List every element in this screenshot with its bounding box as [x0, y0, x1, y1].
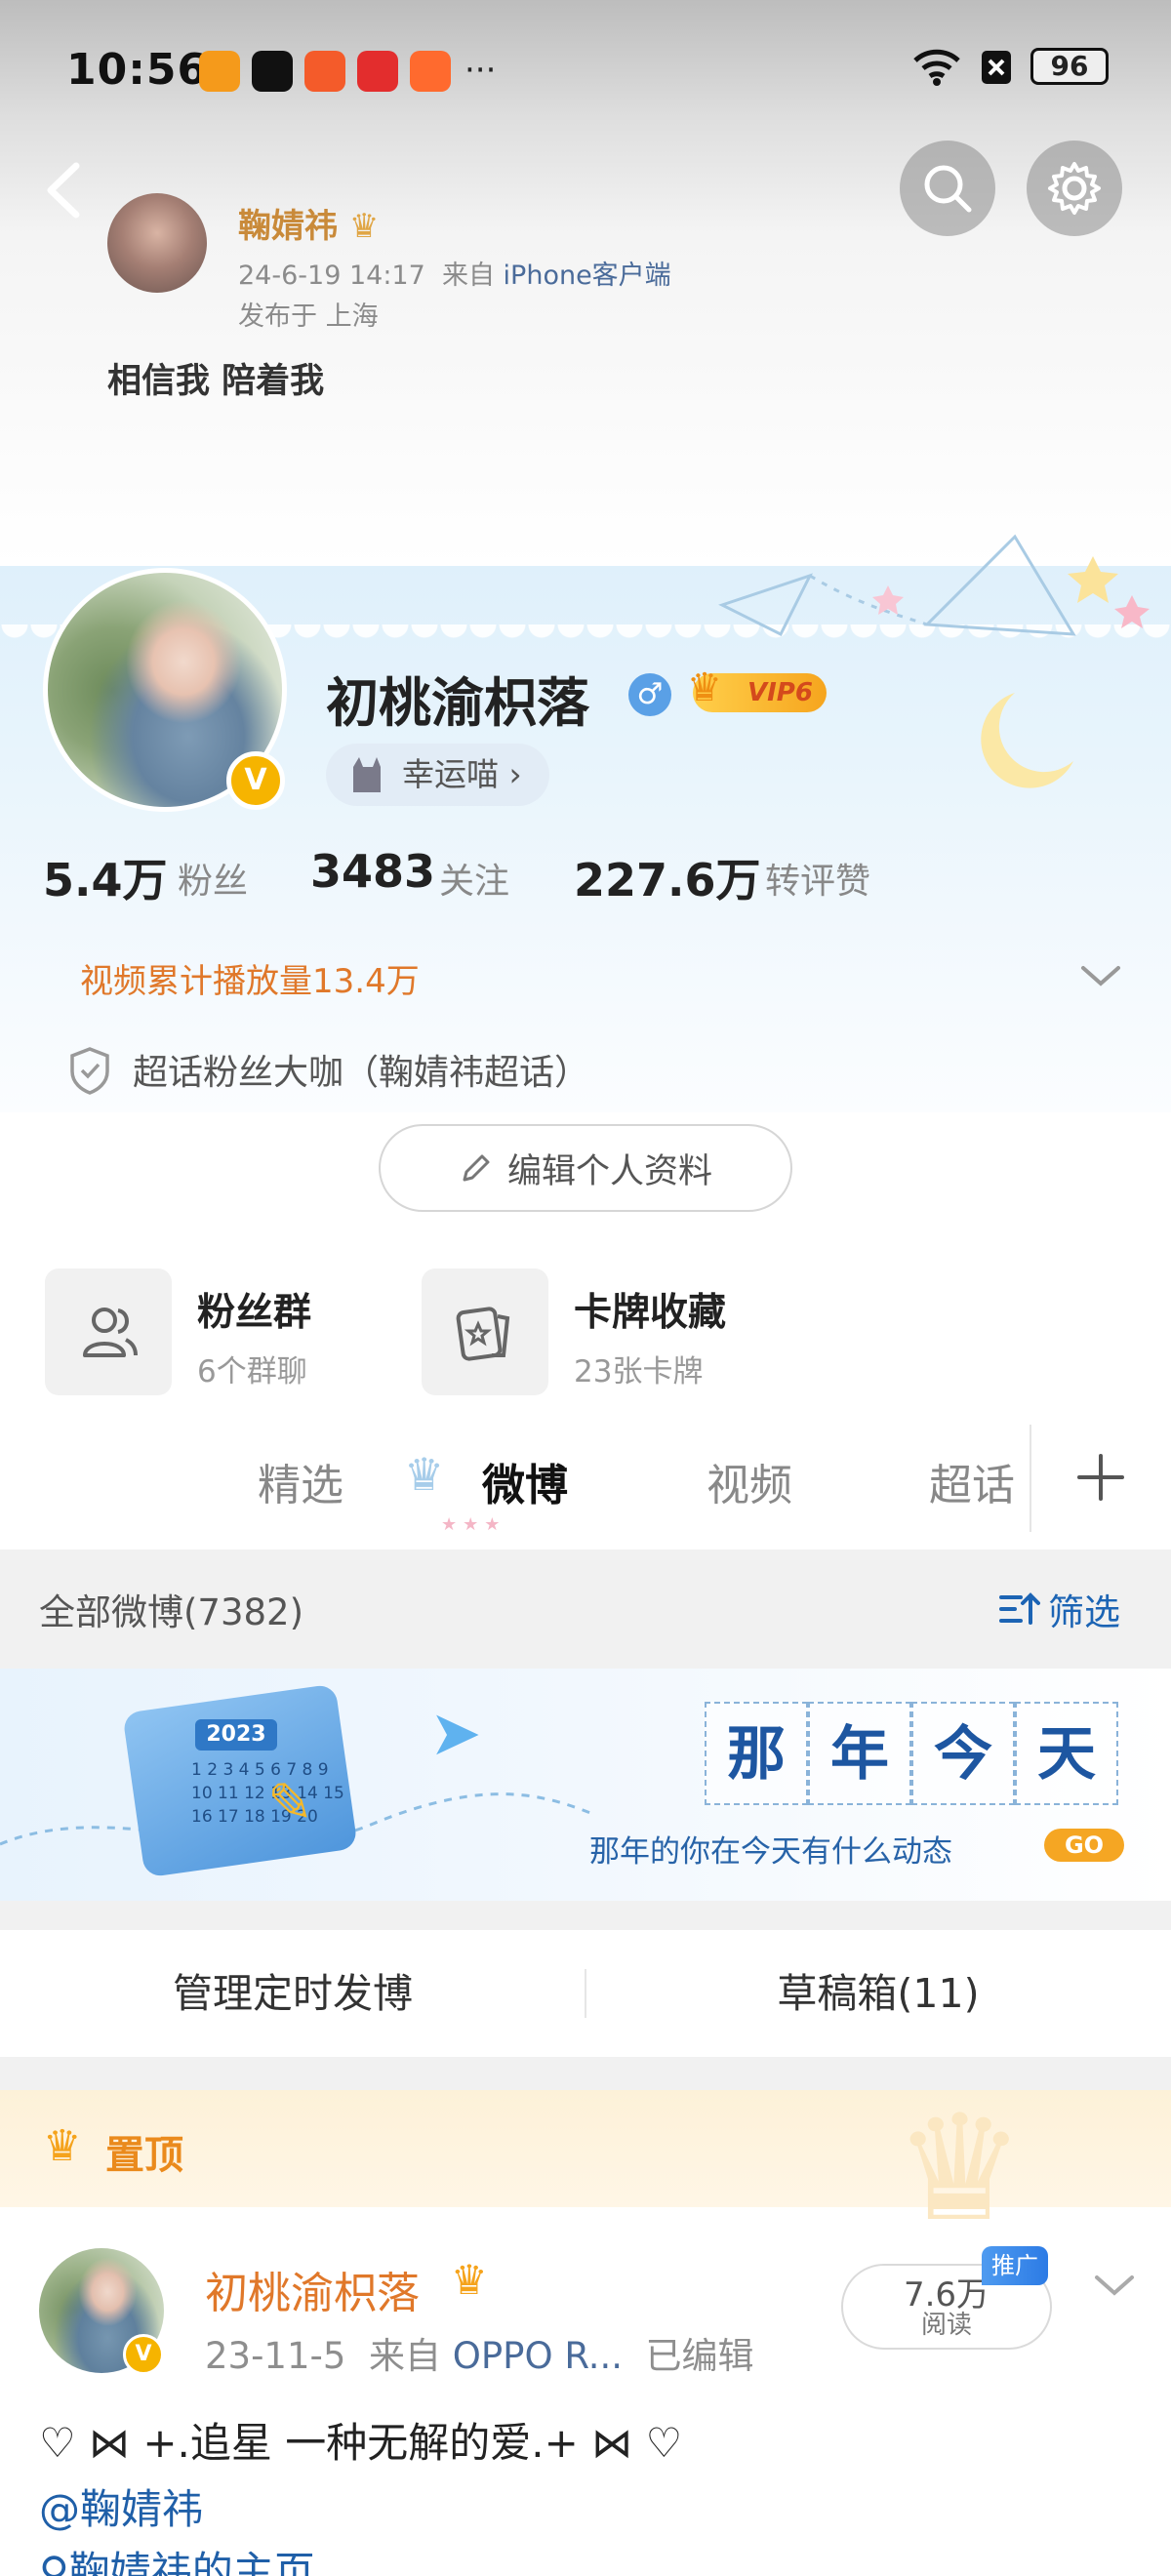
tab-crown-icon: ♛	[404, 1448, 445, 1501]
gender-male-icon: ♂	[628, 673, 671, 716]
plus-icon[interactable]	[1073, 1450, 1128, 1505]
all-weibo-label[interactable]: 全部微博(7382)	[39, 1583, 303, 1635]
cat-icon	[353, 757, 381, 792]
tab-active-indicator: ★★★	[441, 1514, 506, 1535]
wifi-icon	[913, 49, 960, 86]
post-author-name[interactable]: 初桃渝枳落	[205, 2258, 420, 2320]
paper-plane-icon	[718, 573, 813, 637]
vip-crown-icon: ♛	[687, 665, 722, 710]
pinned-label: 置顶	[105, 2133, 183, 2178]
cover-decoration-planes	[718, 534, 1150, 788]
battery-indicator: 96	[1030, 48, 1109, 85]
filter-icon	[999, 1592, 1040, 1625]
tab-featured[interactable]: 精选	[258, 1450, 343, 1512]
banner-char: 天	[1015, 1702, 1118, 1805]
section-spacer	[0, 1901, 1171, 1930]
edit-profile-button[interactable]: 编辑个人资料	[379, 1124, 792, 1212]
background-post-meta: 24-6-19 14:17 来自 iPhone客户端	[238, 261, 671, 291]
kuaishou-app-icon	[304, 51, 345, 92]
chevron-down-icon[interactable]	[1091, 2266, 1138, 2305]
verified-badge: V	[123, 2334, 164, 2375]
mention-link[interactable]: @鞠婧祎	[39, 2476, 203, 2536]
promo-tag: 推广	[982, 2246, 1048, 2285]
reads-label: 阅读	[920, 2311, 972, 2340]
status-time: 10:56	[66, 45, 209, 95]
edit-profile-label: 编辑个人资料	[506, 1151, 712, 1191]
homepage-link[interactable]: ⚲鞠婧祎的主页	[39, 2539, 315, 2576]
chevron-down-icon[interactable]	[1077, 956, 1124, 995]
card-collection-card[interactable]	[422, 1268, 548, 1395]
likes-label[interactable]: 转评赞	[765, 853, 870, 904]
post-text-line: ♡ ⋈ +.追星 一种无解的爱.+ ⋈ ♡	[39, 2419, 683, 2467]
pencil-icon	[463, 1154, 490, 1182]
tab-divider	[1030, 1425, 1031, 1532]
status-right-cluster: 96	[911, 47, 1109, 86]
back-icon[interactable]	[37, 156, 96, 224]
drafts-button[interactable]: 草稿箱(11)	[586, 1930, 1171, 2057]
following-label[interactable]: 关注	[439, 853, 509, 904]
scheduled-posts-button[interactable]: 管理定时发博	[0, 1930, 586, 2057]
paper-plane-icon	[923, 534, 1076, 636]
fans-label[interactable]: 粉丝	[178, 853, 248, 904]
hearts-app-icon	[199, 51, 240, 92]
search-icon	[924, 165, 972, 213]
background-post-author: 鞠婧祎 ♛	[238, 207, 380, 246]
settings-button[interactable]	[1027, 141, 1122, 236]
background-post-text: 相信我 陪着我	[107, 362, 325, 401]
status-more-indicator: ···	[464, 51, 497, 90]
tab-weibo[interactable]: 微博	[482, 1450, 568, 1512]
tab-video[interactable]: 视频	[707, 1450, 792, 1512]
star-icon	[1114, 595, 1150, 628]
background-post-location: 发布于 上海	[238, 302, 379, 332]
background-post-avatar	[107, 193, 207, 293]
banner-char: 今	[911, 1702, 1015, 1805]
banner-char: 年	[808, 1702, 911, 1805]
person-icon: ⚲	[39, 2548, 69, 2576]
verified-badge: V	[226, 751, 285, 810]
fan-group-title[interactable]: 粉丝群	[197, 1282, 311, 1337]
paper-plane-icon: ➤	[429, 1698, 482, 1770]
no-sim-icon	[982, 51, 1011, 84]
star-icon	[1068, 556, 1118, 603]
banner-go-button[interactable]: GO	[1044, 1829, 1124, 1862]
card-collection-title[interactable]: 卡牌收藏	[574, 1282, 726, 1337]
kuaishou-speed-app-icon	[410, 51, 451, 92]
filter-button[interactable]: 筛选	[997, 1583, 1120, 1635]
crown-icon: ♛	[451, 2256, 488, 2304]
gear-icon	[1048, 162, 1101, 215]
moon-icon	[981, 693, 1073, 788]
search-button[interactable]	[900, 141, 995, 236]
banner-char: 那	[705, 1702, 808, 1805]
profile-name: 初桃渝枳落	[326, 672, 589, 734]
card-star-icon	[456, 1307, 510, 1361]
banner-subtitle: 那年的你在今天有什么动态	[589, 1834, 952, 1870]
post-meta: 23-11-5 来自 OPPO R... 已编辑	[205, 2335, 754, 2377]
fan-group-sub: 6个群聊	[197, 1354, 307, 1389]
video-play-stat[interactable]: 视频累计播放量13.4万	[80, 954, 420, 1002]
following-count[interactable]: 3483	[310, 845, 435, 898]
tab-supertopic[interactable]: 超话	[929, 1450, 1015, 1512]
dewu-app-icon	[252, 51, 293, 92]
crown-icon: ♛	[43, 2121, 82, 2171]
people-icon	[83, 1308, 138, 1357]
pinduoduo-app-icon	[357, 51, 398, 92]
crown-decoration-icon: ♛	[894, 2084, 1026, 2254]
likes-count[interactable]: 227.6万	[574, 845, 761, 909]
calendar-year: 2023	[195, 1719, 277, 1751]
filter-label: 筛选	[1048, 1591, 1120, 1633]
fan-badge-text[interactable]: 超话粉丝大咖（鞠婧祎超话）	[133, 1044, 589, 1095]
pencil-icon: ✎	[267, 1772, 313, 1835]
crown-icon: ♛	[348, 207, 380, 246]
card-collection-sub: 23张卡牌	[574, 1354, 704, 1389]
fan-group-card[interactable]	[45, 1268, 172, 1395]
fans-count[interactable]: 5.4万	[43, 845, 168, 909]
shield-icon	[70, 1047, 109, 1095]
